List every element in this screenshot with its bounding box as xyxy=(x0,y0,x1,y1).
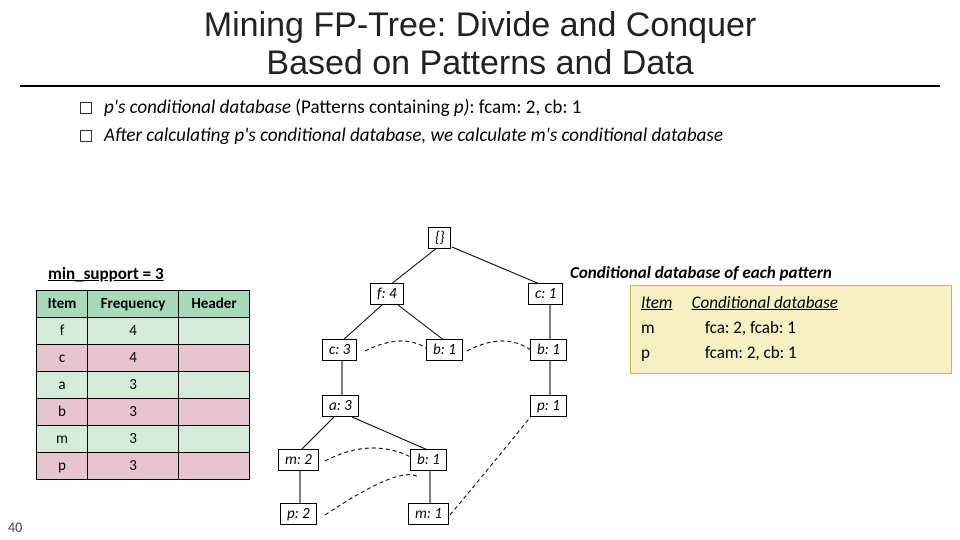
cell-item: b xyxy=(37,399,88,426)
table-row: p3 xyxy=(37,453,250,480)
title-line-2: Based on Patterns and Data xyxy=(266,44,693,82)
bullet-marker-icon xyxy=(80,102,92,114)
title-line-1: Mining FP-Tree: Divide and Conquer xyxy=(204,6,756,44)
bullet-list: p's conditional database (Patterns conta… xyxy=(80,95,900,151)
min-support-label: min_support = 3 xyxy=(48,263,164,284)
cell-head xyxy=(179,345,250,372)
cell-freq: 3 xyxy=(88,453,179,480)
cell-freq: 4 xyxy=(88,318,179,345)
cond-db: fcam: 2, cb: 1 xyxy=(705,342,797,363)
node-a3: a: 3 xyxy=(322,395,359,417)
cond-item: m xyxy=(641,317,701,338)
node-m1: m: 1 xyxy=(408,503,449,525)
col-freq: Frequency xyxy=(88,291,179,318)
node-root: {} xyxy=(428,227,451,249)
node-m2: m: 2 xyxy=(278,449,319,471)
header-table-head: Item Frequency Header xyxy=(37,291,250,318)
cond-row: m fca: 2, fcab: 1 xyxy=(641,317,941,338)
cell-head xyxy=(179,399,250,426)
b1-mid: (Patterns containing xyxy=(295,96,454,119)
cell-item: p xyxy=(37,453,88,480)
cell-item: f xyxy=(37,318,88,345)
cond-item: p xyxy=(641,342,701,363)
node-b1b: b: 1 xyxy=(530,339,567,361)
conditional-db-title: Conditional database of each pattern xyxy=(570,262,832,283)
cond-db: fca: 2, fcab: 1 xyxy=(705,317,796,338)
cell-item: m xyxy=(37,426,88,453)
cell-freq: 3 xyxy=(88,372,179,399)
table-row: f4 xyxy=(37,318,250,345)
cell-head xyxy=(179,318,250,345)
node-b1c: b: 1 xyxy=(410,449,447,471)
cond-row: p fcam: 2, cb: 1 xyxy=(641,342,941,363)
node-c3: c: 3 xyxy=(322,339,357,361)
bullet-1-text: p's conditional database (Patterns conta… xyxy=(104,95,581,121)
col-item: Item xyxy=(37,291,88,318)
cell-head xyxy=(179,453,250,480)
cell-item: a xyxy=(37,372,88,399)
cond-col-db: Conditional database xyxy=(692,292,838,313)
bullet-marker-icon xyxy=(80,130,92,142)
table-row: m3 xyxy=(37,426,250,453)
cell-freq: 4 xyxy=(88,345,179,372)
cell-head xyxy=(179,372,250,399)
node-c1: c: 1 xyxy=(528,283,563,305)
table-row: b3 xyxy=(37,399,250,426)
b1-pre: p's conditional database xyxy=(104,96,295,119)
cell-freq: 3 xyxy=(88,399,179,426)
cond-col-item: Item xyxy=(641,292,672,313)
cell-head xyxy=(179,426,250,453)
title-underline xyxy=(20,85,940,87)
page-number: 40 xyxy=(8,519,22,536)
table-row: a3 xyxy=(37,372,250,399)
header-table: Item Frequency Header f4 c4 a3 b3 m3 p3 xyxy=(36,290,250,480)
slide-title: Mining FP-Tree: Divide and Conquer Based… xyxy=(0,6,960,82)
col-head: Header xyxy=(179,291,250,318)
slide: Mining FP-Tree: Divide and Conquer Based… xyxy=(0,0,960,540)
bullet-2-text: After calculating p's conditional databa… xyxy=(104,123,723,149)
node-p1: p: 1 xyxy=(530,395,567,417)
node-p2: p: 2 xyxy=(280,503,317,525)
bullet-1: p's conditional database (Patterns conta… xyxy=(80,95,900,121)
table-row: c4 xyxy=(37,345,250,372)
cell-item: c xyxy=(37,345,88,372)
conditional-db-box: Item Conditional database m fca: 2, fcab… xyxy=(630,285,952,374)
node-b1a: b: 1 xyxy=(426,339,463,361)
bullet-2: After calculating p's conditional databa… xyxy=(80,123,900,149)
b1-post: : fcam: 2, cb: 1 xyxy=(469,96,581,119)
cell-freq: 3 xyxy=(88,426,179,453)
b1-p: p) xyxy=(454,96,470,119)
node-f4: f: 4 xyxy=(370,283,404,305)
